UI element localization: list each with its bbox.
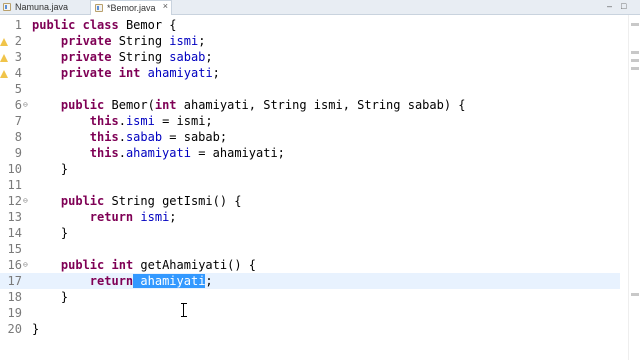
code-line[interactable]: 10 } bbox=[0, 161, 620, 177]
line-number: 8 bbox=[14, 130, 22, 144]
line-number: 15 bbox=[7, 242, 22, 256]
close-icon[interactable]: × bbox=[163, 1, 168, 11]
code-text[interactable]: this.ahamiyati = ahamiyati; bbox=[32, 145, 285, 161]
overview-marker[interactable] bbox=[631, 293, 639, 296]
code-text[interactable]: } bbox=[32, 225, 68, 241]
code-text[interactable]: private String sabab; bbox=[32, 49, 213, 65]
tab-label: Namuna.java bbox=[15, 2, 69, 12]
fold-collapse-icon[interactable]: ⊖ bbox=[23, 101, 29, 109]
line-number: 4 bbox=[14, 66, 22, 80]
code-line[interactable]: 19 bbox=[0, 305, 620, 321]
code-text[interactable]: this.ismi = ismi; bbox=[32, 113, 213, 129]
code-text[interactable]: public Bemor(int ahamiyati, String ismi,… bbox=[32, 97, 466, 113]
code-text[interactable]: private int ahamiyati; bbox=[32, 65, 220, 81]
line-number: 3 bbox=[14, 50, 22, 64]
text-cursor-icon bbox=[181, 303, 187, 317]
editor-tab-bar: Namuna.java *Bemor.java × – □ bbox=[0, 0, 640, 15]
line-number: 17 bbox=[7, 274, 22, 288]
code-line[interactable]: 14 } bbox=[0, 225, 620, 241]
line-number: 20 bbox=[7, 322, 22, 336]
code-text[interactable]: return ismi; bbox=[32, 209, 177, 225]
maximize-icon[interactable]: □ bbox=[621, 1, 626, 12]
code-line[interactable]: 5 bbox=[0, 81, 620, 97]
code-line[interactable]: 2 private String ismi; bbox=[0, 33, 620, 49]
line-number: 9 bbox=[14, 146, 22, 160]
code-line[interactable]: 9 this.ahamiyati = ahamiyati; bbox=[0, 145, 620, 161]
line-number: 10 bbox=[7, 162, 22, 176]
code-line[interactable]: 20 } bbox=[0, 321, 620, 337]
code-text[interactable]: public String getIsmi() { bbox=[32, 193, 242, 209]
tab-bemor-java[interactable]: *Bemor.java × bbox=[90, 0, 172, 15]
code-text[interactable]: public int getAhamiyati() { bbox=[32, 257, 256, 273]
overview-marker[interactable] bbox=[631, 23, 639, 26]
overview-marker[interactable] bbox=[631, 67, 639, 70]
code-line[interactable]: 16 ⊖ public int getAhamiyati() { bbox=[0, 257, 620, 273]
line-number: 2 bbox=[14, 34, 22, 48]
tab-namuna-java[interactable]: Namuna.java bbox=[0, 0, 88, 14]
code-line[interactable]: 11 bbox=[0, 177, 620, 193]
code-line[interactable]: 4 private int ahamiyati; bbox=[0, 65, 620, 81]
line-number: 1 bbox=[14, 18, 22, 32]
code-text[interactable]: } bbox=[32, 321, 39, 337]
line-number: 11 bbox=[7, 178, 22, 192]
code-text[interactable]: private String ismi; bbox=[32, 33, 206, 49]
java-file-icon bbox=[95, 4, 103, 12]
code-line[interactable]: 8 this.sabab = sabab; bbox=[0, 129, 620, 145]
code-text[interactable]: this.sabab = sabab; bbox=[32, 129, 227, 145]
line-number: 18 bbox=[7, 290, 22, 304]
code-line[interactable]: 18 } bbox=[0, 289, 620, 305]
code-line[interactable]: 15 bbox=[0, 241, 620, 257]
line-number: 5 bbox=[14, 82, 22, 96]
code-line[interactable]: 7 this.ismi = ismi; bbox=[0, 113, 620, 129]
fold-collapse-icon[interactable]: ⊖ bbox=[23, 261, 29, 269]
line-number: 16 bbox=[7, 258, 22, 272]
line-number: 6 bbox=[14, 98, 22, 112]
java-file-icon bbox=[3, 3, 11, 11]
line-number: 12 bbox=[7, 194, 22, 208]
code-line[interactable]: 6 ⊖ public Bemor(int ahamiyati, String i… bbox=[0, 97, 620, 113]
tab-label: *Bemor.java bbox=[107, 3, 156, 13]
minimize-icon[interactable]: – bbox=[607, 1, 612, 12]
overview-marker[interactable] bbox=[631, 51, 639, 54]
overview-ruler[interactable] bbox=[628, 15, 640, 360]
code-line[interactable]: 13 return ismi; bbox=[0, 209, 620, 225]
overview-marker[interactable] bbox=[631, 59, 639, 62]
code-text[interactable]: public class Bemor { bbox=[32, 17, 177, 33]
code-text[interactable]: return ahamiyati; bbox=[32, 273, 213, 289]
code-line[interactable]: 3 private String sabab; bbox=[0, 49, 620, 65]
fold-collapse-icon[interactable]: ⊖ bbox=[23, 197, 29, 205]
line-number: 7 bbox=[14, 114, 22, 128]
code-line-current[interactable]: 17 return ahamiyati; bbox=[0, 273, 620, 289]
code-line[interactable]: 12 ⊖ public String getIsmi() { bbox=[0, 193, 620, 209]
code-editor[interactable]: 1 public class Bemor { 2 private String … bbox=[0, 15, 640, 360]
code-line[interactable]: 1 public class Bemor { bbox=[0, 17, 620, 33]
line-number: 14 bbox=[7, 226, 22, 240]
line-number: 13 bbox=[7, 210, 22, 224]
line-number: 19 bbox=[7, 306, 22, 320]
code-text[interactable]: } bbox=[32, 289, 68, 305]
code-text[interactable]: } bbox=[32, 161, 68, 177]
